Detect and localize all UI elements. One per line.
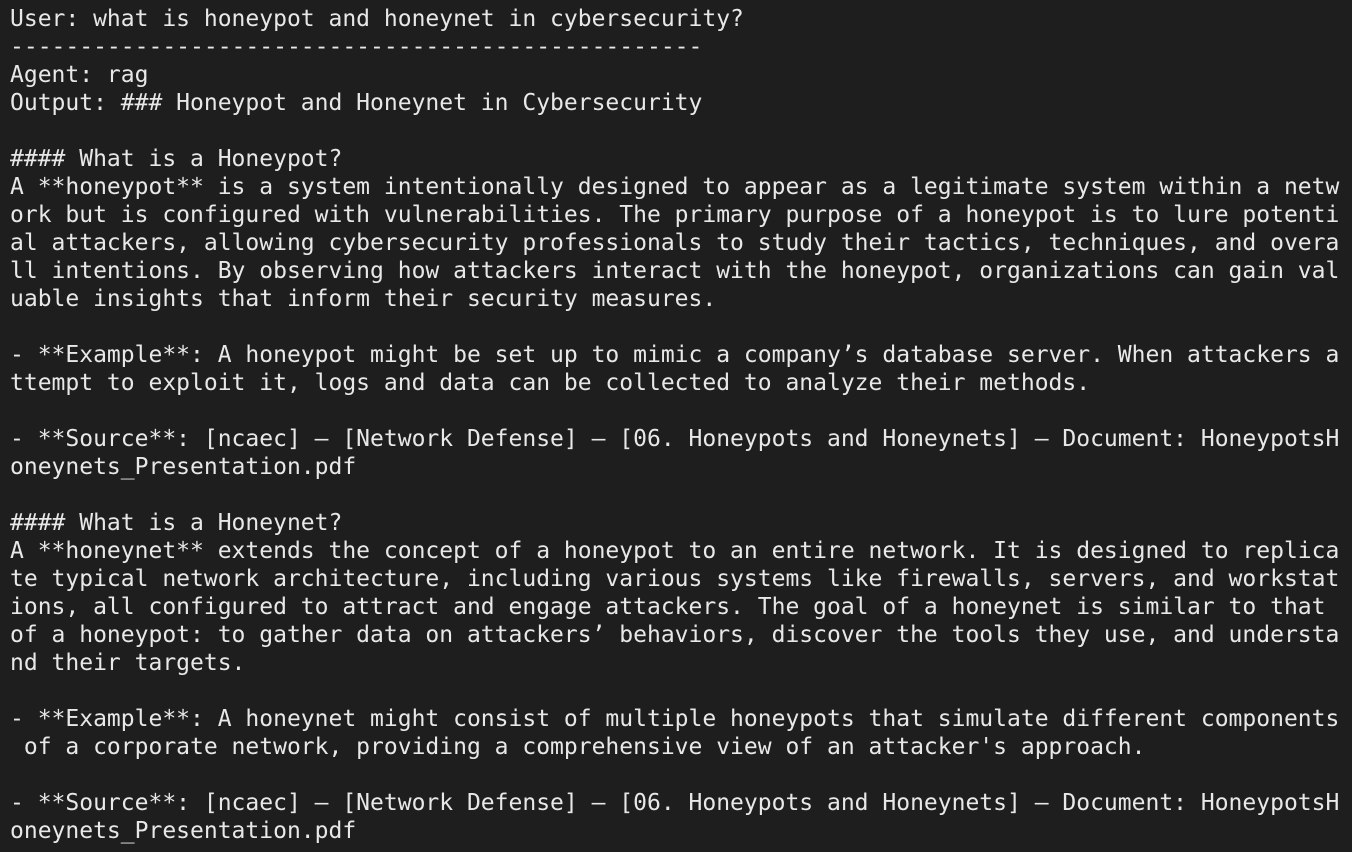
text-line: A **honeynet** extends the concept of a … bbox=[10, 538, 1340, 564]
text-line: ions, all configured to attract and enga… bbox=[10, 594, 1340, 620]
text-line: te typical network architecture, includi… bbox=[10, 566, 1340, 592]
honeypot-heading-line: #### What is a Honeypot? bbox=[10, 146, 343, 172]
text-line: ll intentions. By observing how attacker… bbox=[10, 258, 1340, 284]
text-line: A **honeypot** is a system intentionally… bbox=[10, 174, 1340, 200]
source-line: oneynets_Presentation.pdf bbox=[10, 818, 357, 844]
source-line: - **Source**: [ncaec] – [Network Defense… bbox=[10, 790, 1340, 816]
user-query-line: User: what is honeypot and honeynet in c… bbox=[10, 6, 744, 32]
source-line: - **Source**: [ncaec] – [Network Defense… bbox=[10, 426, 1340, 452]
text-line: nd their targets. bbox=[10, 650, 246, 676]
terminal-output: User: what is honeypot and honeynet in c… bbox=[10, 5, 1352, 852]
example-line: of a corporate network, providing a comp… bbox=[10, 734, 1146, 760]
example-line: - **Example**: A honeynet might consist … bbox=[10, 706, 1340, 732]
example-line: - **Example**: A honeypot might be set u… bbox=[10, 342, 1340, 368]
text-line: of a honeypot: to gather data on attacke… bbox=[10, 622, 1340, 648]
example-line: ttempt to exploit it, logs and data can … bbox=[10, 370, 1091, 396]
separator-line: ----------------------------------------… bbox=[10, 34, 703, 60]
agent-line: Agent: rag bbox=[10, 62, 149, 88]
text-line: al attackers, allowing cybersecurity pro… bbox=[10, 230, 1340, 256]
output-heading-line: Output: ### Honeypot and Honeynet in Cyb… bbox=[10, 90, 703, 116]
text-line: uable insights that inform their securit… bbox=[10, 286, 717, 312]
source-line: oneynets_Presentation.pdf bbox=[10, 454, 357, 480]
honeynet-heading-line: #### What is a Honeynet? bbox=[10, 510, 343, 536]
text-line: ork but is configured with vulnerabiliti… bbox=[10, 202, 1340, 228]
